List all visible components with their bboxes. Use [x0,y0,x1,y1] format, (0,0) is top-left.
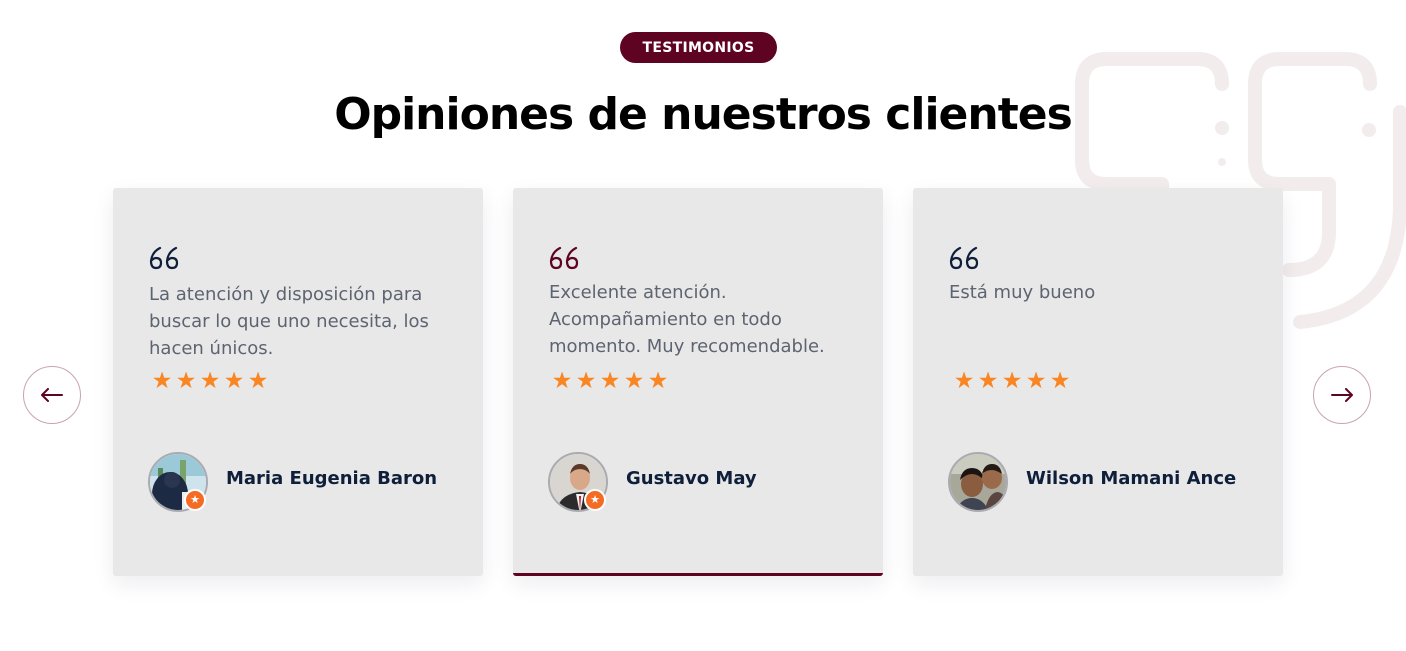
reviewer-name: Wilson Mamani Ance [1026,468,1237,489]
star-icon: ★ [977,368,999,394]
quote-open-icon [149,246,179,270]
star-icon: ★ [1001,368,1023,394]
testimonial-text: Excelente atención. Acompañamiento en to… [549,282,825,357]
star-icon: ★ [175,368,197,394]
arrow-right-icon [1331,388,1353,402]
star-icon: ★ [199,368,221,394]
reviewer-name: Gustavo May [626,468,757,489]
star-icon: ★ [599,368,621,394]
avatar [948,452,1008,512]
testimonial-card: La atención y disposición para buscar lo… [113,188,483,576]
testimonial-card: Excelente atención. Acompañamiento en to… [513,188,883,576]
testimonial-text: La atención y disposición para buscar lo… [149,284,429,359]
star-icon: ★ [551,368,573,394]
star-icon: ★ [575,368,597,394]
star-icon: ★ [247,368,269,394]
testimonial-card: Está muy bueno ★ ★ ★ ★ ★ Wilson Mamani A… [913,188,1283,576]
star-icon: ★ [647,368,669,394]
star-icon: ★ [623,368,645,394]
rating-stars: ★ ★ ★ ★ ★ [551,368,669,394]
star-icon: ★ [1025,368,1047,394]
arrow-left-icon [41,388,63,402]
star-icon: ★ [223,368,245,394]
previous-button[interactable] [23,366,81,424]
section-badge: TESTIMONIOS [620,32,777,63]
verified-badge-icon: ★ [184,489,206,511]
verified-badge-icon: ★ [584,489,606,511]
rating-stars: ★ ★ ★ ★ ★ [953,368,1071,394]
star-icon: ★ [953,368,975,394]
section-title: Opiniones de nuestros clientes [334,89,1073,140]
star-icon: ★ [151,368,173,394]
testimonial-text: Está muy bueno [949,282,1096,303]
quote-open-icon [949,246,979,270]
star-icon: ★ [1049,368,1071,394]
quote-open-icon [549,246,579,270]
next-button[interactable] [1313,366,1371,424]
rating-stars: ★ ★ ★ ★ ★ [151,368,269,394]
reviewer-name: Maria Eugenia Baron [226,468,438,489]
